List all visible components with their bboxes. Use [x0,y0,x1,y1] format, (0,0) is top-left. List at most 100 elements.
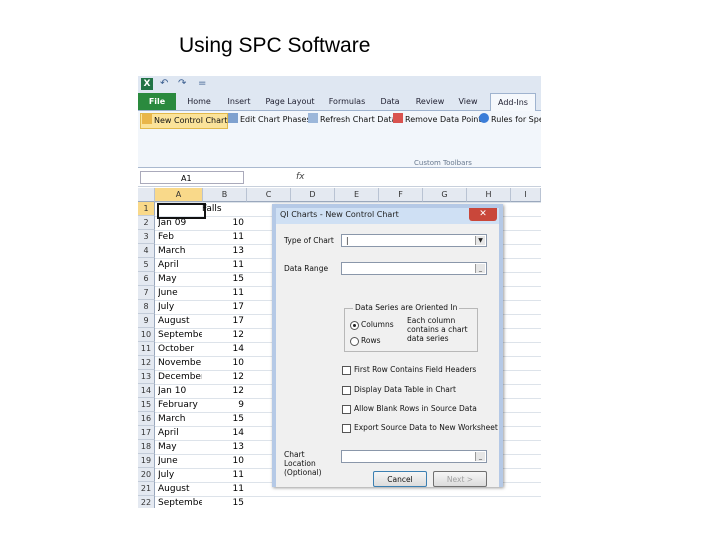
cell-falls[interactable]: 11 [204,286,244,300]
cell-month[interactable]: May [158,440,202,454]
tab-review[interactable]: Review [412,93,448,110]
cell-month[interactable]: July [158,468,202,482]
row-header[interactable]: 13 [138,370,155,384]
tab-add-ins[interactable]: Add-Ins [490,93,536,111]
tab-file[interactable]: File [138,93,176,110]
select-all-corner[interactable] [138,188,155,202]
checkbox-display-data-table[interactable] [342,386,351,395]
column-header-c[interactable]: C [247,188,291,202]
row-header[interactable]: 22 [138,496,155,508]
cell-month[interactable]: May [158,272,202,286]
rules-button[interactable]: Rules for Spe [478,113,541,127]
cell-falls[interactable]: 17 [204,300,244,314]
cell-falls[interactable]: 10 [204,356,244,370]
row-header[interactable]: 9 [138,314,155,328]
close-icon[interactable]: ✕ [469,208,497,221]
cell-falls[interactable]: 10 [204,216,244,230]
row-header[interactable]: 19 [138,454,155,468]
row-header[interactable]: 6 [138,272,155,286]
row-header[interactable]: 8 [138,300,155,314]
refresh-chart-data-button[interactable]: Refresh Chart Data [307,113,396,127]
checkbox-first-row-headers[interactable] [342,366,351,375]
range-picker-icon[interactable]: _ [475,264,485,273]
row-header[interactable]: 10 [138,328,155,342]
cell-falls[interactable]: 15 [204,412,244,426]
name-box[interactable]: A1 [140,171,244,184]
cell-month[interactable]: Novembe [158,356,202,370]
column-header-a[interactable]: A [155,188,203,202]
customize-qat-icon[interactable]: = [198,78,206,90]
cell-header-falls[interactable]: Falls [202,202,242,216]
checkbox-export-source-data[interactable] [342,424,351,433]
column-header-h[interactable]: H [467,188,511,202]
column-header-e[interactable]: E [335,188,379,202]
row-header[interactable]: 17 [138,426,155,440]
row-header[interactable]: 4 [138,244,155,258]
cell-falls[interactable]: 11 [204,482,244,496]
cell-month[interactable]: July [158,300,202,314]
cell-month[interactable]: June [158,286,202,300]
cell-month[interactable]: March [158,412,202,426]
column-header-g[interactable]: G [423,188,467,202]
radio-rows[interactable] [350,337,359,346]
location-picker-icon[interactable]: _ [475,452,485,461]
cell-month[interactable]: March [158,244,202,258]
cell-month[interactable]: August [158,482,202,496]
cell-month[interactable] [158,202,202,216]
cell-month[interactable]: Jan 09 [158,216,202,230]
new-control-chart-button[interactable]: New Control Chart [140,113,229,129]
radio-columns[interactable] [350,321,359,330]
cell-falls[interactable]: 12 [204,370,244,384]
row-header[interactable]: 21 [138,482,155,496]
fx-icon[interactable]: fx [296,172,305,182]
tab-page-layout[interactable]: Page Layout [262,93,318,110]
cell-falls[interactable]: 14 [204,342,244,356]
row-header[interactable]: 12 [138,356,155,370]
row-header[interactable]: 5 [138,258,155,272]
cell-month[interactable]: Jan 10 [158,384,202,398]
column-header-f[interactable]: F [379,188,423,202]
cell-month[interactable]: April [158,258,202,272]
cell-falls[interactable]: 11 [204,468,244,482]
cell-month[interactable]: Septembe [158,328,202,342]
cell-falls[interactable]: 17 [204,314,244,328]
tab-view[interactable]: View [454,93,482,110]
row-header[interactable]: 1 [138,202,155,216]
tab-insert[interactable]: Insert [222,93,256,110]
cell-falls[interactable]: 14 [204,426,244,440]
row-header[interactable]: 2 [138,216,155,230]
row-header[interactable]: 3 [138,230,155,244]
cell-falls[interactable]: 9 [204,398,244,412]
cell-falls[interactable]: 13 [204,244,244,258]
edit-chart-phases-button[interactable]: Edit Chart Phases [227,113,311,127]
tab-home[interactable]: Home [182,93,216,110]
redo-icon[interactable]: ↷ [178,78,186,90]
cell-month[interactable]: August [158,314,202,328]
row-header[interactable]: 7 [138,286,155,300]
dialog-titlebar[interactable]: QI Charts - New Control Chart ✕ [276,208,499,224]
cell-month[interactable]: Septembe [158,496,202,508]
checkbox-allow-blank-rows[interactable] [342,405,351,414]
cell-falls[interactable]: 11 [204,258,244,272]
data-range-input[interactable]: _ [341,262,487,275]
tab-data[interactable]: Data [376,93,404,110]
row-header[interactable]: 14 [138,384,155,398]
cell-month[interactable]: April [158,426,202,440]
next-button[interactable]: Next > [433,471,487,487]
cell-month[interactable]: Feb [158,230,202,244]
cell-month[interactable]: December [158,370,202,384]
cell-falls[interactable]: 12 [204,328,244,342]
cancel-button[interactable]: Cancel [373,471,427,487]
chevron-down-icon[interactable]: ▼ [475,236,485,245]
row-header[interactable]: 11 [138,342,155,356]
column-header-b[interactable]: B [203,188,247,202]
row-header[interactable]: 16 [138,412,155,426]
chart-location-input[interactable]: _ [341,450,487,463]
cell-falls[interactable]: 12 [204,384,244,398]
tab-formulas[interactable]: Formulas [324,93,370,110]
remove-data-point-button[interactable]: Remove Data Point [392,113,482,127]
cell-falls[interactable]: 13 [204,440,244,454]
column-header-i[interactable]: I [511,188,541,202]
row-header[interactable]: 15 [138,398,155,412]
undo-icon[interactable]: ↶ [160,78,168,90]
